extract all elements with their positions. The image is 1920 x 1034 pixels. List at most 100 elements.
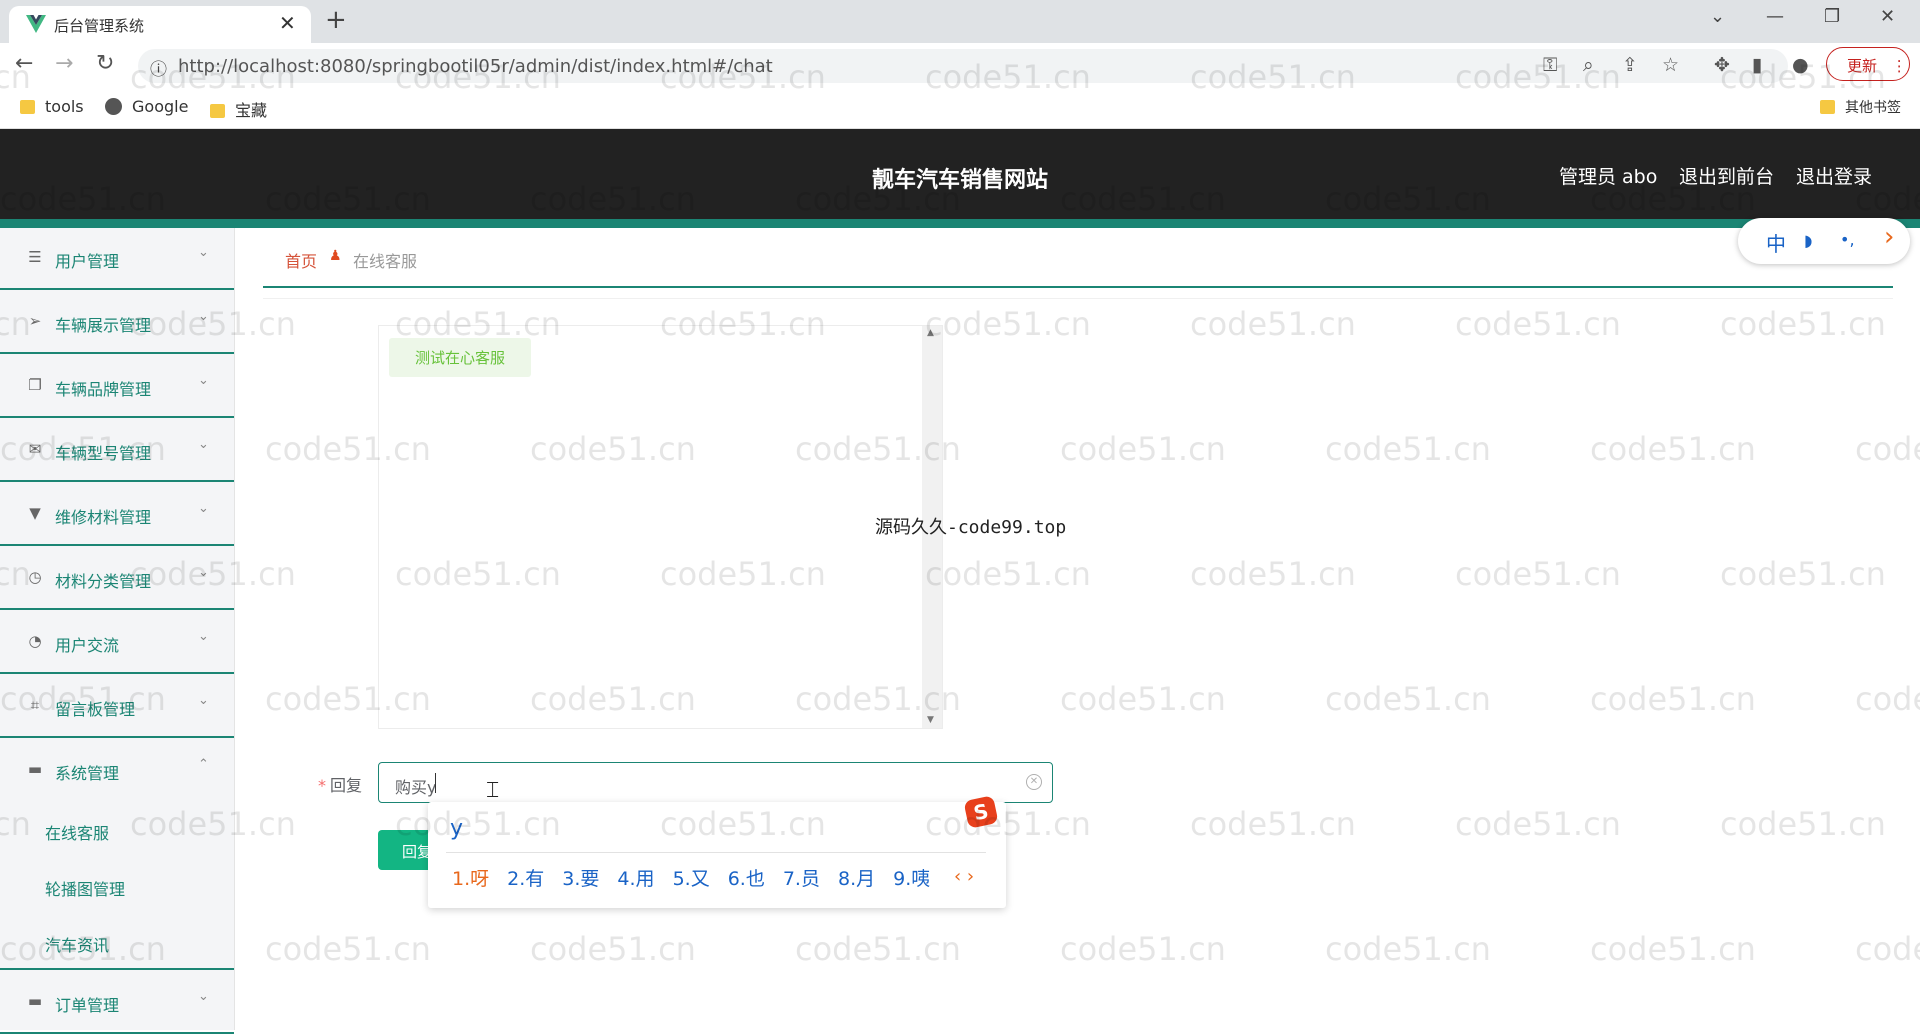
zoom-icon[interactable]: ⌕ (1583, 54, 1594, 76)
sub-item-carousel[interactable]: 轮播图管理 (45, 876, 125, 900)
update-button[interactable]: 更新 ⋮ (1826, 47, 1910, 81)
text-caret (435, 773, 436, 793)
restore-icon[interactable]: ❐ (1824, 6, 1840, 27)
sidebar-item-user-exchange[interactable]: ◔ 用户交流 ⌄ (0, 612, 234, 674)
sidebar-item-user-management[interactable]: ☰ 用户管理 ⌄ (0, 228, 234, 290)
ime-candidate[interactable]: 7.员 (783, 868, 820, 890)
sidebar-item-label: 车辆品牌管理 (55, 380, 152, 399)
admin-user-label: 管理员 abo (1559, 166, 1658, 188)
ime-candidate[interactable]: 8.月 (838, 868, 875, 890)
sidebar-item-material-category[interactable]: ◷ 材料分类管理 ⌄ (0, 548, 234, 610)
scroll-up-icon[interactable]: ▲ (927, 328, 934, 338)
source-watermark-text: 源码久久-code99.top (875, 517, 1067, 538)
folder-icon (210, 104, 225, 118)
browser-tab-bar: 后台管理系统 ✕ + ⌄ — ❐ ✕ (0, 0, 1920, 43)
sidebar-item-vehicle-display[interactable]: ➢ 车辆展示管理 ⌄ (0, 292, 234, 354)
sidebar-item-orders[interactable]: ▬ 订单管理 ⌄ (0, 972, 234, 1034)
sidebar-item-vehicle-model[interactable]: ✉ 车辆型号管理 ⌄ (0, 420, 234, 482)
vue-logo-icon (26, 15, 46, 33)
breadcrumb: 首页 ♟ 在线客服 (263, 228, 1893, 288)
sidebar-item-label: 维修材料管理 (55, 508, 152, 527)
bookmarks-bar: tools Google 宝藏 其他书签 (0, 87, 1920, 129)
breadcrumb-separator-icon: ♟ (329, 248, 342, 264)
watermark-text: code51.cn (265, 930, 431, 968)
sidepanel-icon[interactable]: ▮ (1752, 54, 1762, 76)
ime-divider (446, 852, 986, 853)
sogou-logo-icon: S (963, 795, 999, 829)
bookmark-treasure[interactable]: 宝藏 (210, 97, 267, 121)
app-header: 靓车汽车销售网站 管理员 abo 退出到前台 退出登录 (0, 129, 1920, 219)
key-icon[interactable]: ⚿ (1543, 54, 1557, 76)
watermark-text: code51.cn (530, 930, 696, 968)
url-field[interactable]: ⓘ http://localhost:8080/springbootil05r/… (138, 49, 1788, 83)
chat-icon: ▬ (27, 992, 43, 1010)
logout-link[interactable]: 退出登录 (1796, 162, 1872, 189)
clear-icon[interactable]: ✕ (1026, 774, 1042, 790)
reply-input[interactable]: 购买y ✕ (378, 762, 1053, 803)
moon-icon[interactable]: ◗ (1804, 231, 1812, 250)
browser-tab[interactable]: 后台管理系统 ✕ (9, 6, 311, 43)
ime-candidate[interactable]: 6.也 (728, 868, 765, 890)
ime-candidate[interactable]: 5.又 (673, 868, 710, 890)
ime-candidate-window: y S 1.呀 2.有 3.要 4.用 5.又 6.也 7.员 8.月 9.咦 ‹ › (428, 795, 1006, 908)
reply-input-value: 购买y (395, 778, 437, 797)
site-info-icon[interactable]: ⓘ (150, 55, 167, 80)
tab-title: 后台管理系统 (54, 17, 145, 35)
chevron-down-icon: ⌄ (198, 629, 209, 644)
input-method-toolbar[interactable]: 中 ◗ •, › (1738, 218, 1910, 264)
back-to-front-link[interactable]: 退出到前台 (1679, 162, 1774, 189)
star-icon[interactable]: ☆ (1662, 54, 1679, 76)
tab-close-icon[interactable]: ✕ (279, 11, 296, 35)
chevron-right-icon[interactable]: › (1884, 222, 1894, 252)
scroll-down-icon[interactable]: ▼ (927, 715, 934, 725)
sidebar-item-vehicle-brand[interactable]: ❐ 车辆品牌管理 ⌄ (0, 356, 234, 418)
crop-icon: ⌗ (30, 696, 40, 714)
more-icon[interactable]: ⋮ (1892, 57, 1907, 75)
sidebar-item-repair-material[interactable]: ▼ 维修材料管理 ⌄ (0, 484, 234, 546)
share-icon[interactable]: ⇪ (1622, 54, 1638, 76)
folder-icon (20, 100, 35, 114)
profile-icon[interactable]: ● (1792, 54, 1809, 76)
ime-candidate[interactable]: 4.用 (617, 868, 654, 890)
ime-candidate[interactable]: 2.有 (507, 868, 544, 890)
required-mark: * (318, 776, 326, 795)
sidebar-item-message-board[interactable]: ⌗ 留言板管理 ⌄ (0, 676, 234, 738)
bookmark-google[interactable]: Google (105, 97, 188, 116)
back-icon[interactable]: ← (15, 51, 33, 76)
chevron-down-icon: ⌄ (198, 373, 209, 388)
ime-candidates: 1.呀 2.有 3.要 4.用 5.又 6.也 7.员 8.月 9.咦 (452, 864, 948, 891)
forward-icon[interactable]: → (55, 51, 73, 76)
breadcrumb-current: 在线客服 (353, 252, 418, 271)
reply-label-text: 回复 (330, 776, 363, 795)
minimize-icon[interactable]: — (1766, 6, 1784, 27)
chevron-down-icon: ⌄ (198, 437, 209, 452)
sub-item-car-news[interactable]: 汽车资讯 (45, 932, 109, 956)
sub-item-online-service[interactable]: 在线客服 (45, 820, 109, 844)
ibeam-cursor-icon: ⌶ (486, 778, 500, 803)
punctuation-icon[interactable]: •, (1840, 230, 1855, 249)
watermark-text: code51.cn (1590, 930, 1756, 968)
extensions-icon[interactable]: ✥ (1714, 54, 1730, 76)
new-tab-button[interactable]: + (325, 5, 347, 35)
chat-window: 测试在心客服 ▲ ▼ (378, 325, 943, 729)
tab-search-icon[interactable]: ⌄ (1710, 6, 1725, 27)
chinese-mode-icon[interactable]: 中 (1766, 228, 1786, 257)
breadcrumb-home[interactable]: 首页 (285, 248, 317, 272)
watermark-text: code51.cn (1060, 930, 1226, 968)
watermark-text: code51.cn (1855, 930, 1920, 968)
ime-composition: y (450, 816, 464, 841)
chevron-down-icon: ⌄ (198, 565, 209, 580)
ime-candidate[interactable]: 3.要 (562, 868, 599, 890)
bookmark-tools[interactable]: tools (20, 97, 84, 116)
chevron-down-icon: ⌄ (198, 245, 209, 260)
sidebar-item-system[interactable]: ▬ 系统管理 ⌃ 在线客服 轮播图管理 汽车资讯 (0, 740, 234, 970)
gauge-icon: ◔ (28, 632, 42, 650)
window-close-icon[interactable]: ✕ (1880, 6, 1895, 27)
ime-candidate[interactable]: 1.呀 (452, 868, 489, 890)
bookmark-other[interactable]: 其他书签 (1820, 97, 1901, 117)
reload-icon[interactable]: ↻ (96, 51, 114, 76)
sidebar-item-label: 系统管理 (55, 764, 120, 783)
sidebar-item-label: 车辆展示管理 (55, 316, 152, 335)
ime-page-nav-icon[interactable]: ‹ › (954, 866, 974, 887)
ime-candidate[interactable]: 9.咦 (893, 868, 930, 890)
